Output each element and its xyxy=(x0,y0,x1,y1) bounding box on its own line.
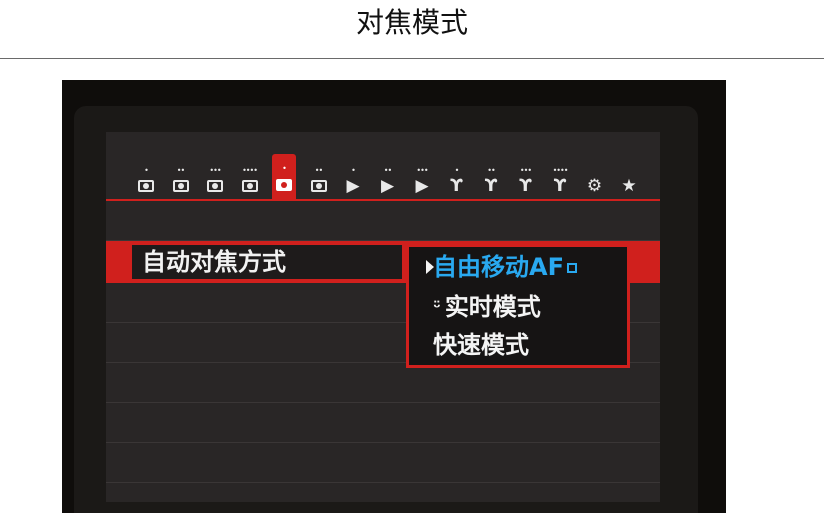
menu-tab[interactable]: •• xyxy=(307,162,331,200)
playback-tab-3-icon: ▶ xyxy=(415,176,429,196)
shooting-tab-1-icon xyxy=(136,176,156,196)
setup-tab-2-icon: ϒ xyxy=(484,176,498,196)
option-live-face-mode[interactable]: ᵕ̈ 实时模式 xyxy=(423,291,623,324)
camera-photo: • •• ••• •••• • •• • ▶ •• ▶ ••• ▶ • ϒ •• ϒ ••• ϒ •••• ϒ ⚙ ★ 自… xyxy=(62,80,726,513)
menu-tab[interactable]: ••• ϒ xyxy=(514,162,538,200)
menu-tab[interactable]: ⚙ xyxy=(583,162,607,200)
tab-page-dots: ••• xyxy=(416,166,428,175)
camera-lcd-screen: • •• ••• •••• • •• • ▶ •• ▶ ••• ▶ • ϒ •• ϒ ••• ϒ •••• ϒ ⚙ ★ 自… xyxy=(106,132,660,502)
tab-page-dots: •• xyxy=(383,166,392,175)
shooting-tab-6-icon xyxy=(309,176,329,196)
tab-page-dots xyxy=(583,166,607,176)
tab-page-dots: ••• xyxy=(209,166,221,175)
af-point-square-icon xyxy=(566,263,577,273)
tab-page-dots: • xyxy=(144,166,149,175)
live-view-tab-icon xyxy=(274,175,294,195)
my-menu-star-icon: ★ xyxy=(621,176,637,196)
playback-tab-2-icon: ▶ xyxy=(380,176,395,196)
row-divider xyxy=(106,402,660,403)
menu-tab[interactable]: • xyxy=(272,154,296,201)
tab-page-dots: • xyxy=(351,166,356,175)
tab-page-dots: • xyxy=(282,164,287,173)
tab-page-dots: ••• xyxy=(519,166,532,175)
shooting-tab-4-icon xyxy=(240,176,260,196)
menu-tab[interactable]: • ϒ xyxy=(445,162,469,200)
tab-page-dots xyxy=(617,166,641,176)
tab-page-dots: •••• xyxy=(552,166,569,175)
setup-tab-1-icon: ϒ xyxy=(450,176,463,196)
selection-cursor-icon xyxy=(426,260,434,274)
shooting-tab-2-icon xyxy=(171,176,191,196)
menu-tab[interactable]: ••• xyxy=(203,162,227,200)
row-divider xyxy=(106,482,660,483)
playback-tab-1-icon: ▶ xyxy=(346,176,360,196)
menu-tab[interactable]: •••• xyxy=(238,162,262,200)
option-label: 快速模式 xyxy=(433,331,529,359)
menu-tab[interactable]: •••• ϒ xyxy=(548,162,572,200)
row-divider xyxy=(106,442,660,443)
menu-tab[interactable]: •• ϒ xyxy=(479,162,503,200)
menu-tab[interactable]: •• xyxy=(169,162,193,200)
af-method-dropdown[interactable]: 自由移动AF ᵕ̈ 实时模式 快速模式 xyxy=(406,244,630,368)
menu-tab[interactable]: ••• ▶ xyxy=(410,162,434,200)
setup-tab-4-icon: ϒ xyxy=(553,176,567,196)
option-label: 实时模式 xyxy=(444,293,541,321)
tab-page-dots: • xyxy=(454,166,460,175)
tab-page-dots: •••• xyxy=(242,166,258,175)
tab-page-dots: •• xyxy=(314,166,323,175)
page-title: 对焦模式 xyxy=(355,6,468,39)
custom-functions-tab-icon: ⚙ xyxy=(586,176,603,196)
shooting-tab-3-icon xyxy=(205,176,225,196)
option-live-af[interactable]: 自由移动AF xyxy=(423,251,623,283)
tab-page-dots: •• xyxy=(487,166,495,175)
menu-tab[interactable]: • ▶ xyxy=(341,162,365,200)
face-detect-icon: ᵕ̈ xyxy=(433,298,441,317)
title-divider xyxy=(0,58,824,59)
option-quick-mode[interactable]: 快速模式 xyxy=(423,329,623,361)
option-label: 自由移动AF xyxy=(433,253,564,281)
af-method-label[interactable]: 自动对焦方式 xyxy=(142,246,286,278)
menu-tab[interactable]: ★ xyxy=(617,162,641,200)
menu-tab[interactable]: • xyxy=(134,162,158,200)
menu-tab[interactable]: •• ▶ xyxy=(376,162,400,200)
menu-tab-bar: • •• ••• •••• • •• • ▶ •• ▶ ••• ▶ • ϒ •• ϒ ••• ϒ •••• ϒ ⚙ ★ xyxy=(106,132,660,204)
tab-page-dots: •• xyxy=(176,166,185,175)
setup-tab-3-icon: ϒ xyxy=(519,176,532,196)
